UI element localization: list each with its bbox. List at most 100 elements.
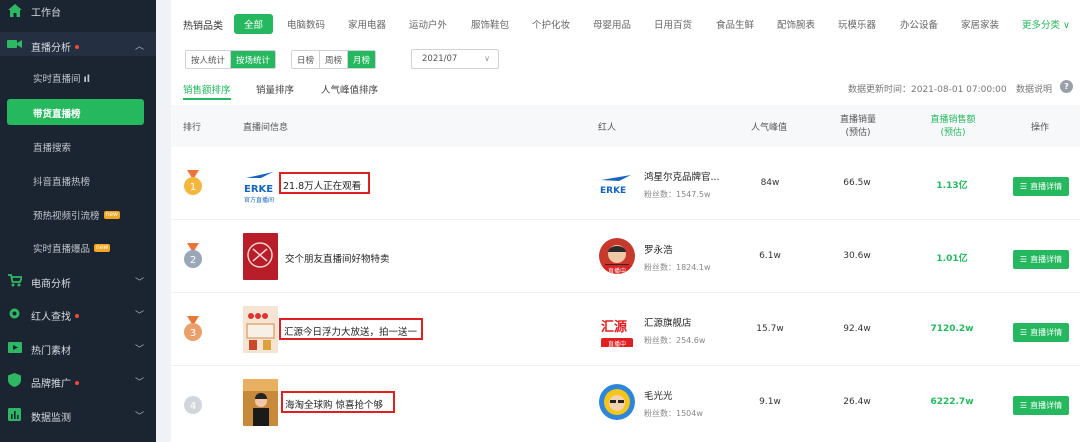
sidebar-item-label: 抖音直播热榜 <box>33 177 91 188</box>
table-row: 2 交个朋友直播间好物特卖 直播中 罗永浩 粉丝数：1824.1w 6.1w 3… <box>171 220 1080 293</box>
category-item[interactable]: 电脑数码 <box>287 17 325 31</box>
col-sales[interactable]: 直播销量 (预估) <box>837 114 879 140</box>
sidebar-group-label: 数据监测 <box>31 413 71 424</box>
influencer-name[interactable]: 罗永浩 <box>644 242 673 256</box>
influencer-avatar[interactable]: ERKE <box>599 165 635 201</box>
live-room-title[interactable]: 交个朋友直播间好物特卖 <box>285 251 390 265</box>
live-room-thumbnail[interactable]: ERKE 官方直播间 <box>243 160 278 207</box>
chevron-down-icon: ﹀ <box>135 378 145 388</box>
help-link[interactable]: 数据说明 <box>1016 82 1052 95</box>
influencer-name[interactable]: 鸿星尔克品牌官... <box>644 169 720 183</box>
peak-value: 84w <box>760 178 780 188</box>
sidebar-item-douyin-hot[interactable]: 抖音直播热榜 <box>0 172 156 188</box>
influencer-name[interactable]: 汇源旗舰店 <box>644 315 692 329</box>
live-details-button[interactable]: ☰ 直播详情 <box>1013 250 1069 269</box>
live-room-thumbnail[interactable] <box>243 233 278 280</box>
live-room-thumbnail[interactable] <box>243 306 278 353</box>
sidebar-item-label: 实时直播间 <box>33 74 81 85</box>
tab-sales-revenue[interactable]: 销售额排序 <box>183 82 231 96</box>
sidebar-live-analysis-label: 直播分析 <box>31 43 71 54</box>
rank-number: 4 <box>190 401 196 412</box>
revenue-value: 6222.7w <box>930 397 974 407</box>
category-item[interactable]: 办公设备 <box>900 17 938 31</box>
question-icon[interactable]: ? <box>1060 80 1073 93</box>
category-item[interactable]: 家用电器 <box>348 17 386 31</box>
new-badge: new <box>103 211 120 219</box>
thumb-sub-text: 官方直播间 <box>244 196 274 204</box>
influencer-avatar[interactable] <box>599 384 635 420</box>
thumb-brand-text: ERKE <box>244 184 273 195</box>
chevron-down-icon: ﹀ <box>135 345 145 355</box>
more-categories-link[interactable]: 更多分类 ∨ <box>1022 17 1070 31</box>
highlight-box <box>279 172 370 194</box>
category-item[interactable]: 日用百货 <box>654 17 692 31</box>
live-details-label: 直播详情 <box>1030 401 1063 410</box>
bar-chart-icon <box>7 407 22 421</box>
main-panel: 热销品类 全部 电脑数码 家用电器 运动户外 服饰鞋包 个护化妆 母婴用品 日用… <box>171 0 1080 442</box>
influencer-fans: 粉丝数：1824.1w <box>644 263 711 272</box>
shield-icon <box>7 373 22 387</box>
category-item[interactable]: 个护化妆 <box>532 17 570 31</box>
sidebar-workbench-label: 工作台 <box>31 8 61 19</box>
category-item[interactable]: 服饰鞋包 <box>471 17 509 31</box>
video-play-icon <box>7 340 22 354</box>
col-revenue[interactable]: 直播销售额 (预估) <box>926 114 980 140</box>
peak-value: 9.1w <box>759 397 781 407</box>
rank-number: 3 <box>190 328 196 339</box>
bar-chart-icon: ıl <box>83 74 91 85</box>
highlight-box <box>279 318 423 340</box>
influencer-avatar[interactable]: 直播中 <box>599 238 635 274</box>
bronze-medal-icon: 3 <box>184 316 202 341</box>
category-item[interactable]: 母婴用品 <box>593 17 631 31</box>
sidebar-item-label-active: 带货直播榜 <box>33 109 81 120</box>
rank-number: 1 <box>190 182 196 193</box>
sidebar-workbench[interactable]: 工作台 <box>0 0 156 20</box>
sidebar-group-influencer[interactable]: 红人查找 ﹀ <box>0 303 156 323</box>
stat-by-person-button[interactable]: 按人统计 <box>186 51 232 68</box>
influencer-name[interactable]: 毛光光 <box>644 388 673 402</box>
avatar-brand-text: ERKE <box>600 186 626 196</box>
date-select[interactable]: 2021/07 ∨ <box>411 49 499 69</box>
category-title: 热销品类 <box>183 21 223 32</box>
notification-dot <box>75 45 79 49</box>
sidebar-group-hot-material[interactable]: 热门素材 ﹀ <box>0 337 156 357</box>
sidebar-item-realtime-live[interactable]: 实时直播间 ıl <box>0 68 156 86</box>
category-item[interactable]: 运动户外 <box>409 17 447 31</box>
period-month-button[interactable]: 月榜 <box>348 51 376 68</box>
influencer-avatar[interactable]: 汇源 直播中 <box>599 311 635 347</box>
sidebar-group-ecommerce[interactable]: 电商分析 ﹀ <box>0 270 156 290</box>
live-room-thumbnail[interactable] <box>243 379 278 426</box>
tab-peak-popularity[interactable]: 人气峰值排序 <box>321 82 378 96</box>
tab-sales-volume[interactable]: 销量排序 <box>256 82 294 96</box>
list-icon: ☰ <box>1019 182 1028 191</box>
sidebar-item-hot-products[interactable]: 实时直播爆品 new <box>0 239 156 255</box>
live-details-button[interactable]: ☰ 直播详情 <box>1013 323 1069 342</box>
sidebar-item-preheat-video[interactable]: 预热视频引流榜 new <box>0 206 156 222</box>
category-item[interactable]: 食品生鲜 <box>716 17 754 31</box>
period-day-button[interactable]: 日榜 <box>292 51 321 68</box>
sidebar-group-monitoring[interactable]: 数据监测 ﹀ <box>0 404 156 424</box>
chevron-up-icon: ︿ <box>135 42 145 52</box>
rank-number: 2 <box>190 255 196 266</box>
col-info: 直播间信息 <box>243 123 289 133</box>
category-all[interactable]: 全部 <box>234 14 273 34</box>
update-time: 数据更新时间：2021-08-01 07:00:00 <box>848 85 1007 95</box>
revenue-value: 1.01亿 <box>936 254 968 264</box>
list-icon: ☰ <box>1019 255 1028 264</box>
period-week-button[interactable]: 周榜 <box>320 51 349 68</box>
category-item[interactable]: 玩模乐器 <box>838 17 876 31</box>
stat-by-session-button[interactable]: 按场统计 <box>231 51 276 68</box>
col-revenue-label: 直播销售额 <box>930 115 976 125</box>
sidebar-group-brand-promo[interactable]: 品牌推广 ﹀ <box>0 370 156 390</box>
sales-value: 26.4w <box>843 397 871 407</box>
live-details-button[interactable]: ☰ 直播详情 <box>1013 177 1069 196</box>
category-item[interactable]: 配饰腕表 <box>777 17 815 31</box>
sidebar-group-live-analysis[interactable]: 直播分析 ︿ <box>0 32 156 56</box>
table-row: 4 海淘全球购 惊喜抢个够 毛光光 粉丝数：1504w 9.1w 26.4w 6… <box>171 366 1080 439</box>
rank-badge-icon: 4 <box>184 396 202 414</box>
sidebar-item-live-search[interactable]: 直播搜索 <box>0 138 156 154</box>
live-details-label: 直播详情 <box>1030 182 1063 191</box>
col-sales-label: 直播销量 <box>839 115 876 125</box>
live-details-button[interactable]: ☰ 直播详情 <box>1013 396 1069 415</box>
category-item[interactable]: 家居家装 <box>961 17 999 31</box>
